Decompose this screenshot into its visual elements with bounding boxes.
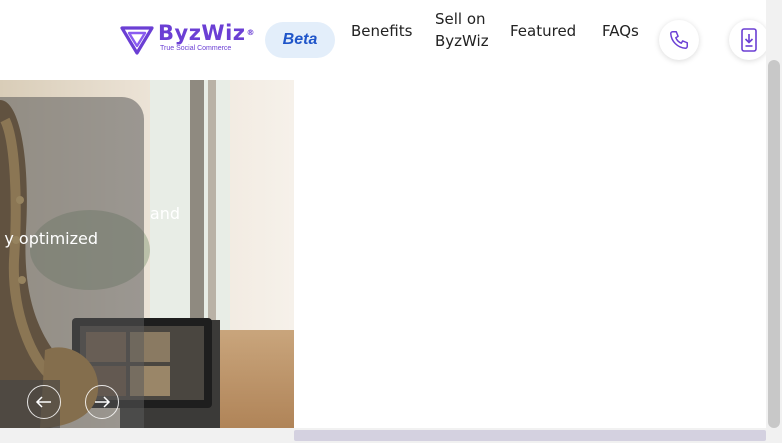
carousel-next-button[interactable] — [85, 385, 119, 419]
beta-badge[interactable]: Beta — [265, 22, 335, 58]
nav-featured[interactable]: Featured — [510, 20, 576, 42]
arrow-right-icon — [95, 396, 111, 408]
carousel-prev-button[interactable] — [27, 385, 61, 419]
logo-tagline: True Social Commerce — [160, 45, 232, 52]
nav-faqs[interactable]: FAQs — [602, 20, 639, 42]
hero-caption-panel — [0, 97, 144, 428]
app-download-button[interactable] — [729, 20, 769, 60]
nav-sell-on-byzwiz[interactable]: Sell on ByzWiz — [435, 8, 489, 52]
vertical-scroll-thumb[interactable] — [768, 60, 780, 428]
horizontal-scroll-thumb[interactable] — [294, 430, 766, 441]
logo-name: ByzWiz — [158, 21, 246, 45]
vertical-scrollbar[interactable] — [766, 0, 782, 428]
byzwiz-logo-mark-icon — [120, 26, 154, 55]
logo-registered: ® — [246, 28, 256, 37]
nav-sell-line2: ByzWiz — [435, 32, 489, 50]
nav-benefits[interactable]: Benefits — [351, 20, 412, 42]
hero-caption-line1: and — [149, 204, 180, 223]
byzwiz-logo[interactable]: ByzWiz® True Social Commerce — [120, 22, 255, 56]
mobile-download-icon — [741, 28, 757, 52]
site-header: ByzWiz® True Social Commerce Beta Benefi… — [0, 0, 769, 80]
horizontal-scrollbar[interactable] — [0, 428, 782, 443]
hero-caption-line2: y optimized — [4, 229, 98, 248]
arrow-left-icon — [35, 396, 51, 408]
phone-icon — [670, 31, 688, 49]
hero-carousel: and y optimized — [0, 80, 294, 428]
nav-sell-line1: Sell on — [435, 10, 486, 28]
phone-button[interactable] — [659, 20, 699, 60]
